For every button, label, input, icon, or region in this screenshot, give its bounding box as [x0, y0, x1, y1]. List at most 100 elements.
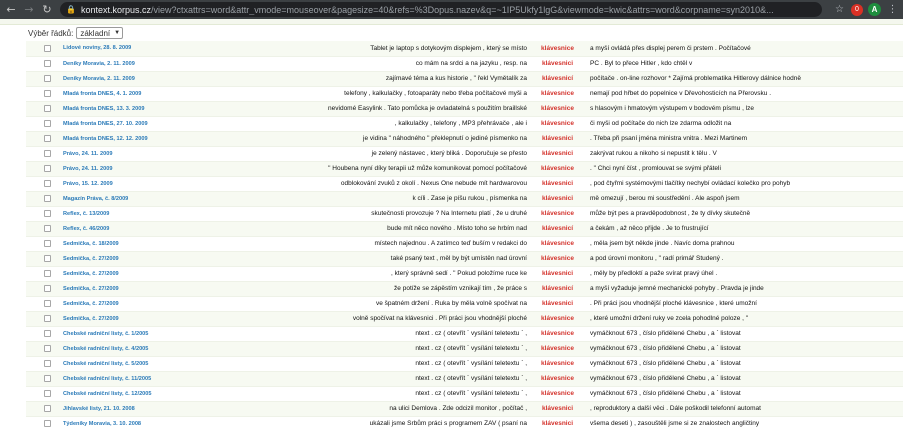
source-link[interactable]: Právo, 24. 11. 2009: [60, 161, 235, 177]
source-link[interactable]: Sedmička, č. 27/2009: [60, 266, 235, 282]
row-checkbox[interactable]: [43, 59, 51, 67]
source-link[interactable]: Sedmička, č. 27/2009: [60, 296, 235, 312]
source-link[interactable]: Chebské radniční listy, č. 5/2005: [60, 356, 235, 372]
row-checkbox[interactable]: [43, 419, 51, 427]
profile-avatar[interactable]: A: [868, 3, 881, 16]
keyword-match[interactable]: klávesnicí: [533, 281, 582, 297]
forward-button[interactable]: →: [22, 3, 36, 17]
keyword-match[interactable]: klávesnice: [533, 116, 582, 132]
row-checkbox[interactable]: [43, 254, 51, 262]
menu-kebab-icon[interactable]: ⋮: [886, 3, 899, 16]
row-checkbox[interactable]: [43, 209, 51, 217]
source-link[interactable]: Mladá fronta DNES, 27. 10. 2009: [60, 116, 235, 132]
keyword-match[interactable]: klávesnicí: [533, 221, 582, 237]
source-link[interactable]: Právo, 15. 12. 2009: [60, 176, 235, 192]
source-link[interactable]: Mladá fronta DNES, 4. 1. 2009: [60, 86, 235, 102]
keyword-match[interactable]: klávesnici: [533, 416, 582, 429]
source-link[interactable]: Deníky Moravia, 2. 11. 2009: [60, 56, 235, 72]
source-link[interactable]: Týdeníky Moravia, 3. 10. 2008: [60, 416, 235, 429]
source-link[interactable]: Sedmička, č. 27/2009: [60, 281, 235, 297]
keyword-match[interactable]: klávesnici: [533, 401, 582, 417]
keyword-match[interactable]: klávesnice: [533, 161, 582, 177]
keyword-match[interactable]: klávesnice: [533, 86, 582, 102]
keyword-match[interactable]: klávesnici: [533, 176, 582, 192]
keyword-match[interactable]: klávesnici: [533, 266, 582, 282]
keyword-match[interactable]: klávesnice: [533, 386, 582, 402]
source-link[interactable]: Mladá fronta DNES, 12. 12. 2009: [60, 131, 235, 147]
row-checkbox[interactable]: [43, 329, 51, 337]
rows-select[interactable]: základní ▼: [76, 27, 124, 39]
source-link[interactable]: Reflex, č. 46/2009: [60, 221, 235, 237]
row-checkbox[interactable]: [43, 89, 51, 97]
keyword-match[interactable]: klávesnici: [533, 131, 582, 147]
source-link[interactable]: Magazín Práva, č. 8/2009: [60, 191, 235, 207]
address-bar[interactable]: 🔒 kontext.korpus.cz /view?ctxattrs=word&…: [60, 2, 822, 17]
left-context: bude mít něco nového . Místo toho se hrb…: [235, 221, 533, 237]
row-checkbox[interactable]: [43, 389, 51, 397]
row-checkbox[interactable]: [43, 299, 51, 307]
row-checkbox[interactable]: [43, 164, 51, 172]
keyword-match[interactable]: klávesnici: [533, 296, 582, 312]
keyword-match[interactable]: klávesnici: [533, 146, 582, 162]
url-path: /view?ctxattrs=word&attr_vmode=mouseover…: [151, 4, 774, 15]
row-select-cell: [26, 116, 60, 132]
row-checkbox[interactable]: [43, 284, 51, 292]
row-checkbox[interactable]: [43, 134, 51, 142]
row-checkbox[interactable]: [43, 149, 51, 157]
row-select-cell: [26, 221, 60, 237]
row-checkbox[interactable]: [43, 239, 51, 247]
keyword-match[interactable]: klávesnice: [533, 236, 582, 252]
source-link[interactable]: Mladá fronta DNES, 13. 3. 2009: [60, 101, 235, 117]
row-checkbox[interactable]: [43, 44, 51, 52]
keyword-match[interactable]: klávesnice: [533, 341, 582, 357]
keyword-match[interactable]: klávesnice: [533, 326, 582, 342]
keyword-match[interactable]: klávesnice: [533, 311, 582, 327]
row-checkbox[interactable]: [43, 104, 51, 112]
right-context: vymáčknout 673 , číslo přidělené Chebu ,…: [582, 326, 903, 342]
row-checkbox[interactable]: [43, 344, 51, 352]
table-row: Jihlavské listy, 21. 10. 2008 na ulici De…: [26, 401, 903, 417]
source-link[interactable]: Chebské radniční listy, č. 12/2005: [60, 386, 235, 402]
row-checkbox[interactable]: [43, 374, 51, 382]
keyword-match[interactable]: klávesnici: [533, 56, 582, 72]
reload-button[interactable]: ↻: [40, 3, 54, 17]
left-context: Tablet je laptop s dotykovým displejem ,…: [235, 41, 533, 57]
keyword-match[interactable]: klávesnice: [533, 101, 582, 117]
left-context: nevidomé Easylink . Tato pomůcka je ovla…: [235, 101, 533, 117]
row-select-cell: [26, 326, 60, 342]
keyword-match[interactable]: klávesnici: [533, 191, 582, 207]
source-link[interactable]: Chebské radniční listy, č. 4/2005: [60, 341, 235, 357]
left-context: , který správně sedí . " Pokud položíme …: [235, 266, 533, 282]
source-link[interactable]: Jihlavské listy, 21. 10. 2008: [60, 401, 235, 417]
row-checkbox[interactable]: [43, 224, 51, 232]
row-checkbox[interactable]: [43, 74, 51, 82]
source-link[interactable]: Reflex, č. 13/2009: [60, 206, 235, 222]
source-link[interactable]: Chebské radniční listy, č. 11/2005: [60, 371, 235, 387]
keyword-match[interactable]: klávesnice: [533, 371, 582, 387]
extension-badge-icon[interactable]: 0: [851, 3, 863, 16]
back-button[interactable]: ←: [4, 3, 18, 17]
row-checkbox[interactable]: [43, 314, 51, 322]
source-link[interactable]: Sedmička, č. 27/2009: [60, 311, 235, 327]
left-context: odblokování zvuků z okolí . Nexus One ne…: [235, 176, 533, 192]
keyword-match[interactable]: klávesnice: [533, 356, 582, 372]
row-checkbox[interactable]: [43, 359, 51, 367]
source-link[interactable]: Sedmička, č. 18/2009: [60, 236, 235, 252]
row-checkbox[interactable]: [43, 179, 51, 187]
source-link[interactable]: Chebské radniční listy, č. 1/2005: [60, 326, 235, 342]
star-icon[interactable]: ☆: [833, 3, 846, 16]
table-row: Chebské radniční listy, č. 12/2005 ntext …: [26, 386, 903, 402]
keyword-match[interactable]: klávesnice: [533, 41, 582, 57]
source-link[interactable]: Lidové noviny, 28. 8. 2009: [60, 41, 235, 57]
row-checkbox[interactable]: [43, 404, 51, 412]
keyword-match[interactable]: klávesnicí: [533, 71, 582, 87]
row-checkbox[interactable]: [43, 194, 51, 202]
source-link[interactable]: Deníky Moravia, 2. 11. 2009: [60, 71, 235, 87]
source-link[interactable]: Právo, 24. 11. 2009: [60, 146, 235, 162]
keyword-match[interactable]: klávesnice: [533, 206, 582, 222]
source-link[interactable]: Sedmička, č. 27/2009: [60, 251, 235, 267]
keyword-match[interactable]: klávesnice: [533, 251, 582, 267]
left-context: ntext . cz ( otevřít ` vysílání teletext…: [235, 386, 533, 402]
row-checkbox[interactable]: [43, 269, 51, 277]
row-checkbox[interactable]: [43, 119, 51, 127]
